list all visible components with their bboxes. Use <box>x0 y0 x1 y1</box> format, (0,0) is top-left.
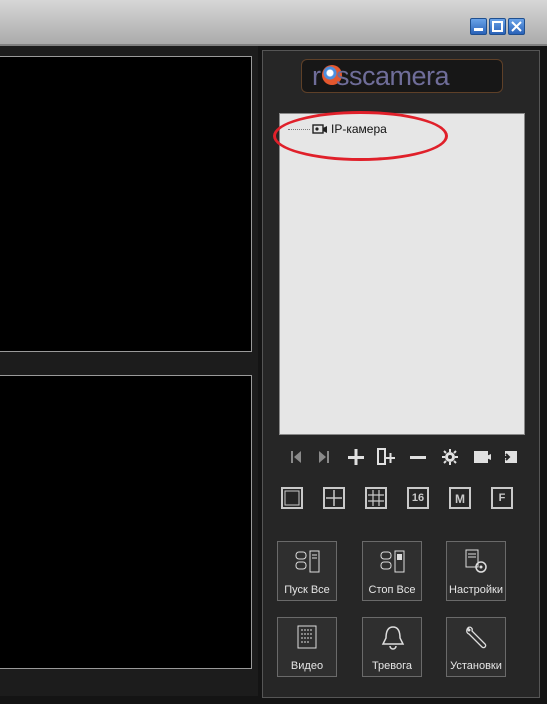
layout-multi-button[interactable]: M <box>449 487 471 509</box>
alarm-label: Тревога <box>371 660 413 672</box>
video-pane-1[interactable] <box>0 56 252 352</box>
add-device-icon[interactable] <box>375 447 397 467</box>
layout-9-button[interactable] <box>365 487 387 509</box>
logo-letter: r <box>312 61 321 91</box>
minimize-icon[interactable] <box>470 18 487 35</box>
stop-all-label: Стоп Все <box>368 584 416 596</box>
setup-button[interactable]: Установки <box>446 617 506 677</box>
maximize-icon[interactable] <box>489 18 506 35</box>
layout-16-button[interactable]: 16 <box>407 487 429 509</box>
layout-switcher: 16 M F <box>281 487 523 515</box>
layout-16-label: 16 <box>411 492 425 504</box>
video-pane-2[interactable] <box>0 375 252 669</box>
close-icon[interactable] <box>508 18 525 35</box>
skip-end-icon[interactable] <box>313 447 335 467</box>
start-all-icon <box>295 550 320 573</box>
main-area: r sscamera IP-камера 16 M F Пуск Все Сто… <box>0 46 547 704</box>
settings-label: Настройки <box>449 584 503 596</box>
edit-icon[interactable] <box>471 447 493 467</box>
alarm-button[interactable]: Тревога <box>362 617 422 677</box>
highlight-ellipse <box>273 111 448 161</box>
start-all-label: Пуск Все <box>284 584 330 596</box>
layout-multi-label: M <box>455 492 465 506</box>
logo-text: sscamera <box>336 61 450 91</box>
settings-icon <box>465 549 487 573</box>
device-toolbar <box>285 447 525 467</box>
setup-label: Установки <box>450 660 502 672</box>
video-area <box>0 46 258 696</box>
export-icon[interactable] <box>499 447 521 467</box>
device-tree: IP-камера <box>273 111 525 435</box>
title-bar <box>0 0 547 46</box>
stop-all-icon <box>380 550 405 573</box>
skip-start-icon[interactable] <box>285 447 307 467</box>
layout-1-button[interactable] <box>281 487 303 509</box>
fullscreen-label: F <box>498 492 506 504</box>
remove-icon[interactable] <box>407 447 429 467</box>
settings-button[interactable]: Настройки <box>446 541 506 601</box>
layout-4-button[interactable] <box>323 487 345 509</box>
gear-icon[interactable] <box>439 447 461 467</box>
logo: r sscamera <box>301 59 503 93</box>
add-icon[interactable] <box>345 447 367 467</box>
stop-all-button[interactable]: Стоп Все <box>362 541 422 601</box>
fullscreen-button[interactable]: F <box>491 487 513 509</box>
video-button[interactable]: Видео <box>277 617 337 677</box>
video-icon <box>297 625 317 649</box>
control-panel: r sscamera IP-камера 16 M F Пуск Все Сто… <box>262 50 540 698</box>
wrench-icon <box>466 626 487 649</box>
video-label: Видео <box>290 660 324 672</box>
start-all-button[interactable]: Пуск Все <box>277 541 337 601</box>
bell-icon <box>381 626 405 650</box>
